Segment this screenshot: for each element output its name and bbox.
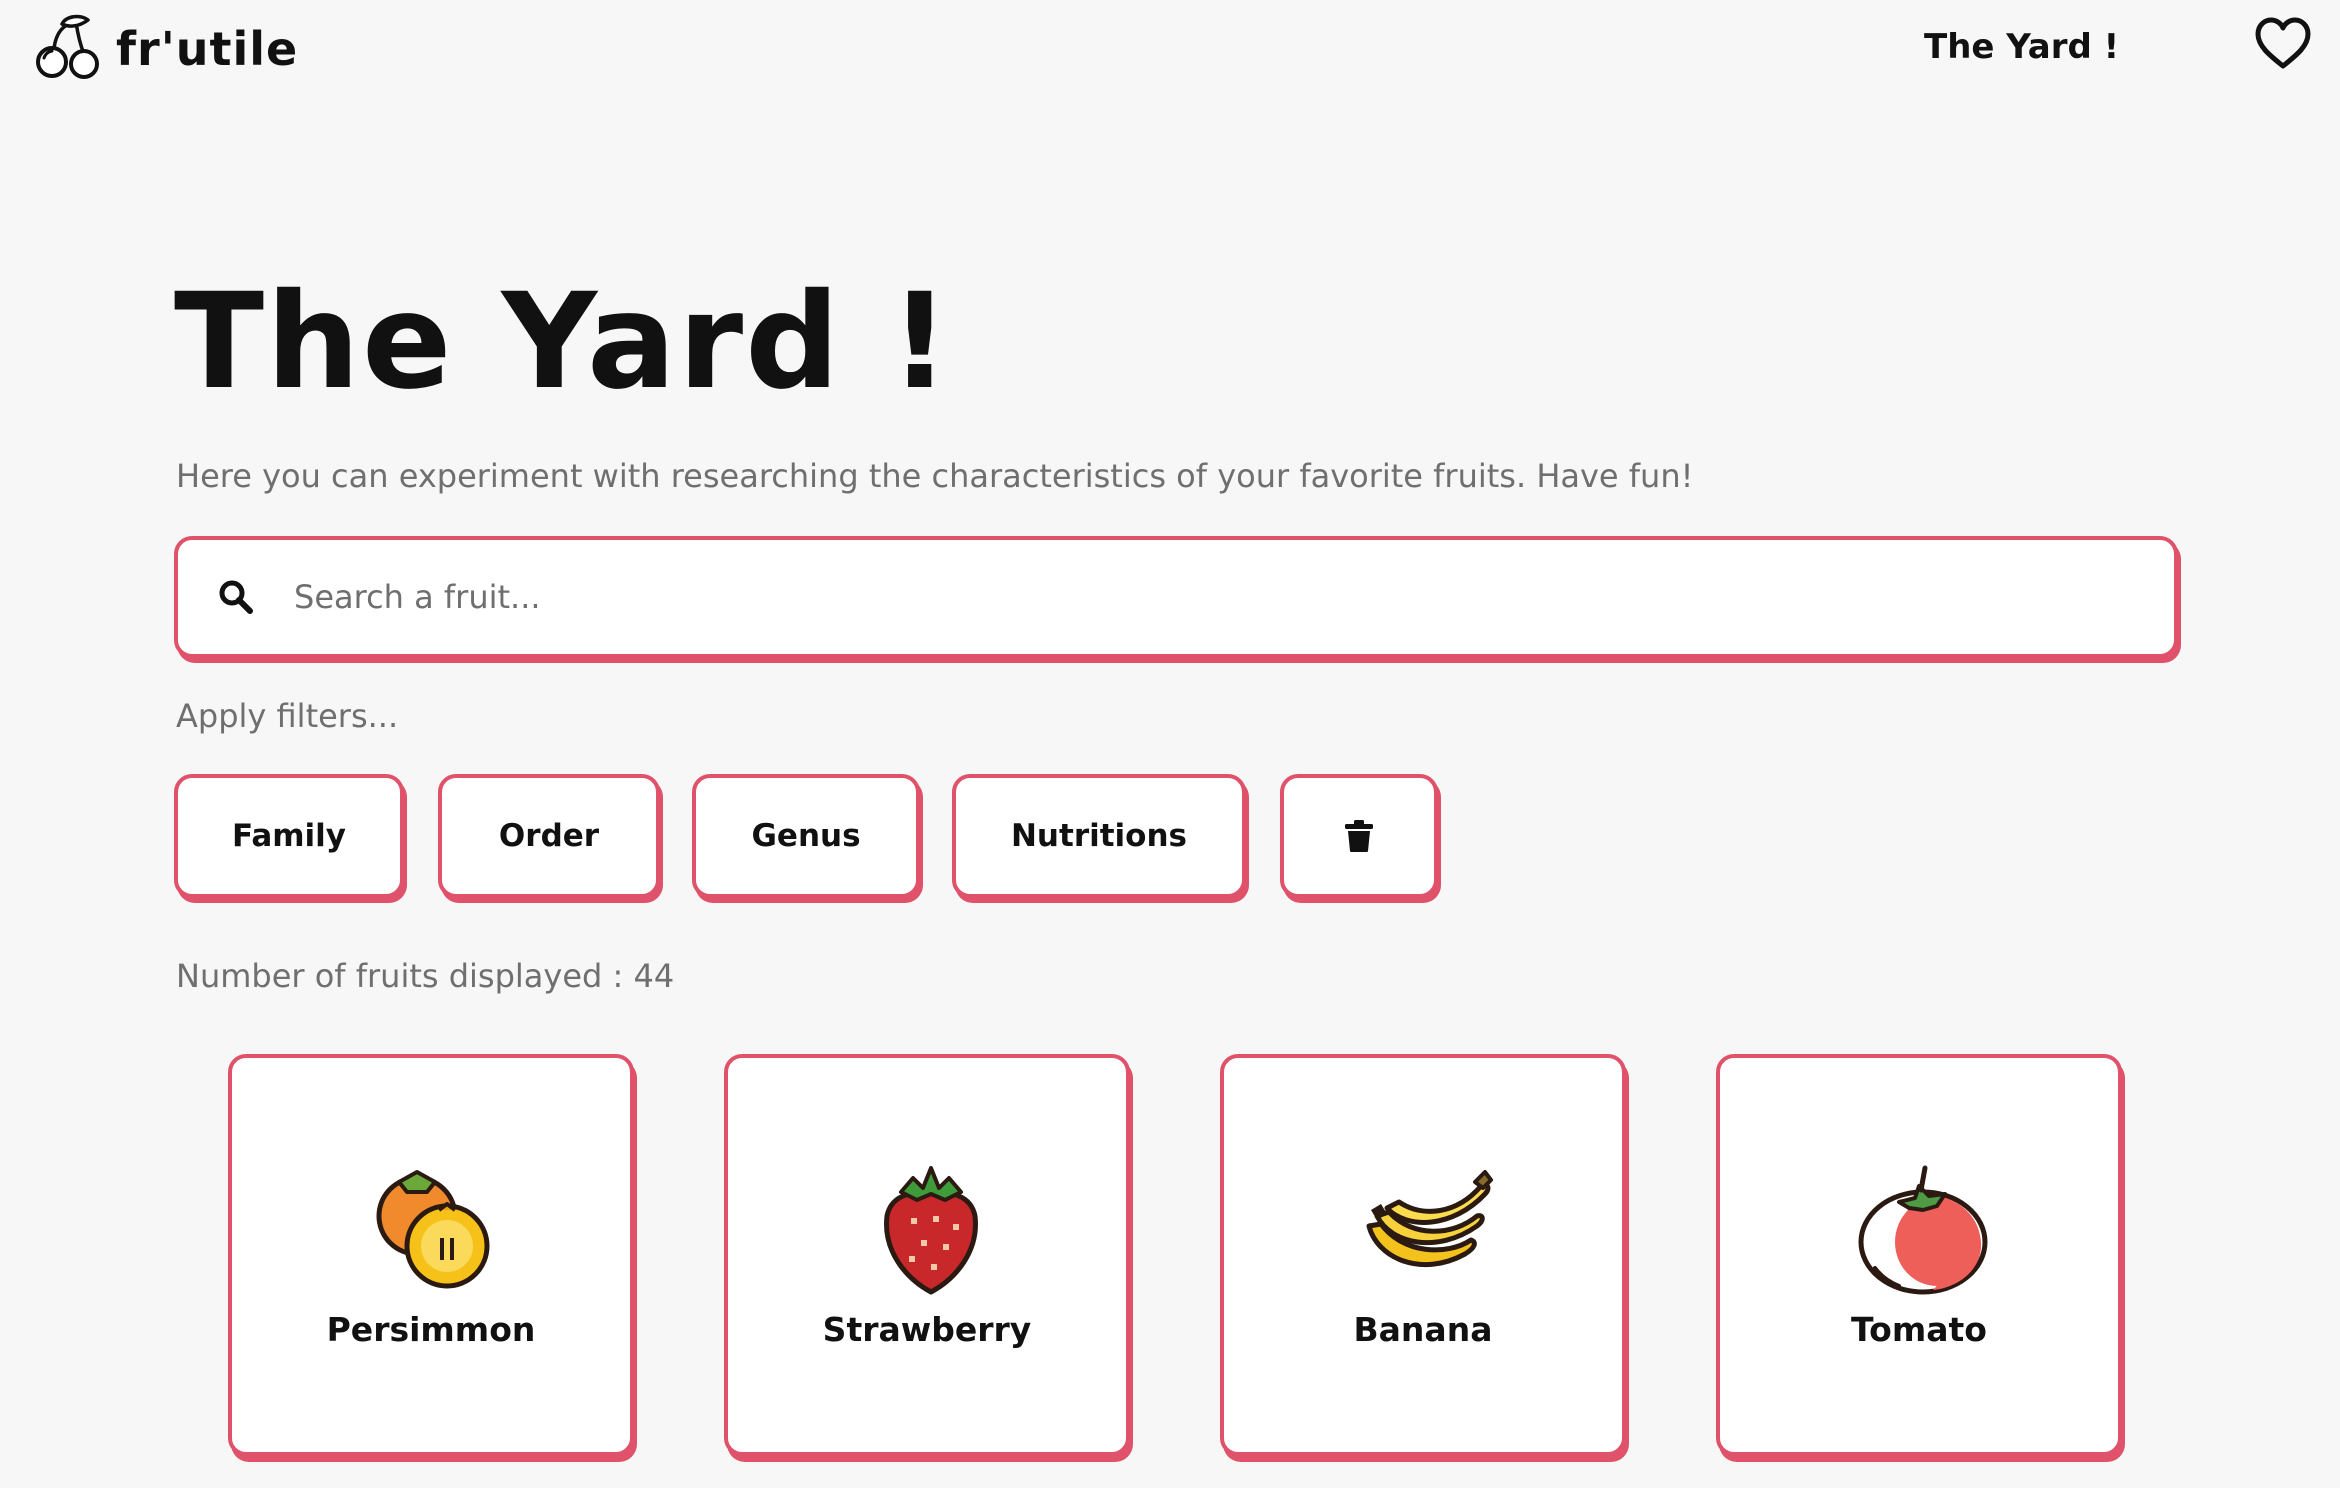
tomato-icon [1858, 1165, 1988, 1295]
fruit-name: Persimmon [326, 1310, 536, 1349]
banana-icon [1366, 1170, 1493, 1268]
fruit-card-persimmon[interactable]: Persimmon [228, 1054, 634, 1456]
trash-icon [1345, 820, 1373, 852]
search-icon [219, 580, 253, 614]
filters-label: Apply filters... [176, 697, 399, 735]
fruit-name: Banana [1353, 1310, 1493, 1349]
heart-icon[interactable] [2254, 16, 2312, 72]
search-bar[interactable] [174, 536, 2178, 658]
cherry-icon [36, 14, 99, 79]
fruit-name: Strawberry [822, 1310, 1032, 1349]
fruit-card-banana[interactable]: Banana [1220, 1054, 1626, 1456]
fruit-card-strawberry[interactable]: Strawberry [724, 1054, 1130, 1456]
filter-button-genus[interactable]: Genus [692, 774, 920, 898]
clear-filters-button[interactable] [1280, 774, 1438, 898]
persimmon-icon [376, 1170, 490, 1289]
fruit-name: Tomato [1851, 1310, 1987, 1349]
brand-logo[interactable]: fr'utile [32, 14, 298, 84]
page-subtitle: Here you can experiment with researching… [176, 457, 1694, 495]
filter-button-family[interactable]: Family [174, 774, 404, 898]
filter-button-order[interactable]: Order [438, 774, 660, 898]
brand-name: fr'utile [116, 22, 299, 76]
page-title: The Yard ! [174, 265, 952, 419]
nav-link-the-yard[interactable]: The Yard ! [1924, 22, 2119, 72]
fruit-count: Number of fruits displayed : 44 [176, 957, 675, 995]
filter-button-nutritions[interactable]: Nutritions [952, 774, 1246, 898]
search-input[interactable] [292, 566, 2096, 628]
fruit-card-tomato[interactable]: Tomato [1716, 1054, 2122, 1456]
strawberry-icon [884, 1166, 978, 1295]
